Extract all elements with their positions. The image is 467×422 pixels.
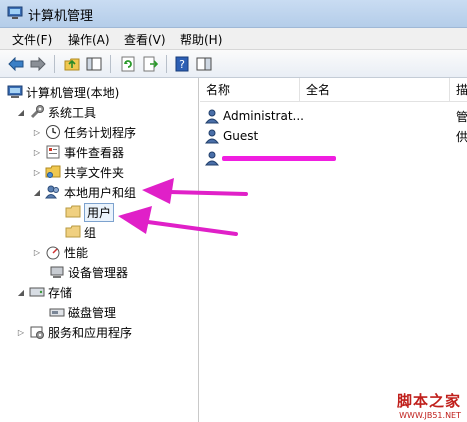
tree-label-storage: 存储: [48, 285, 73, 300]
tree-node-root[interactable]: 计算机管理(本地): [4, 82, 119, 102]
tree-node-groups[interactable]: 组: [62, 222, 96, 242]
column-label-name: 名称: [206, 83, 231, 97]
user-name: Administrat...: [223, 109, 303, 123]
tree-node-storage[interactable]: ◢ 存储: [16, 282, 72, 302]
tree-label-groups: 组: [84, 225, 97, 240]
tree-node-services-apps[interactable]: ▷ 服务和应用程序: [16, 322, 132, 342]
computer-icon: [7, 84, 23, 100]
menu-help[interactable]: 帮助(H): [180, 31, 222, 48]
users-group-icon: [45, 184, 61, 200]
expand-arrow-icon[interactable]: ▷: [32, 147, 42, 157]
menu-action[interactable]: 操作(A): [68, 31, 110, 48]
tree-label-disk-management: 磁盘管理: [68, 305, 117, 320]
redaction-mark: [222, 156, 336, 161]
collapse-arrow-icon[interactable]: ◢: [32, 187, 42, 197]
tree-label-event-viewer: 事件查看器: [64, 145, 125, 160]
tree-node-device-manager[interactable]: 设备管理器: [46, 262, 128, 282]
tree-label-users: 用户: [84, 202, 115, 222]
export-list-icon[interactable]: [140, 54, 160, 74]
tree-node-users[interactable]: 用户: [62, 202, 115, 222]
collapse-arrow-icon[interactable]: ◢: [16, 107, 26, 117]
services-icon: [29, 324, 45, 340]
menu-bar: 文件(F) 操作(A) 查看(V) 帮助(H): [0, 28, 467, 50]
show-hide-tree-icon[interactable]: [84, 54, 104, 74]
watermark-main: 脚本之家: [396, 392, 461, 410]
collapse-arrow-icon[interactable]: ◢: [16, 287, 26, 297]
toolbar-separator: [166, 55, 167, 73]
console-tree: 计算机管理(本地) ◢ 系统工具 ▷ 任务计划程序 ▷ 事件查看器 ▷ 共享文件…: [0, 78, 199, 422]
expand-arrow-icon[interactable]: ▷: [16, 327, 26, 337]
column-label-description: 描: [456, 83, 467, 97]
watermark-sub: WWW.JB51.NET: [399, 411, 461, 420]
user-description: 供: [456, 129, 467, 144]
expand-arrow-icon[interactable]: ▷: [32, 247, 42, 257]
toolbar-separator: [110, 55, 111, 73]
help-icon[interactable]: ?: [172, 54, 192, 74]
user-list: 名称 全名 描 Administrat... 管 Guest 供: [200, 78, 467, 422]
forward-arrow-icon[interactable]: [28, 54, 48, 74]
tools-icon: [29, 104, 45, 120]
tree-label-performance: 性能: [64, 245, 89, 260]
user-name: Guest: [223, 129, 259, 143]
tree-node-event-viewer[interactable]: ▷ 事件查看器: [32, 142, 124, 162]
window-titlebar[interactable]: 计算机管理: [0, 0, 467, 28]
list-item[interactable]: Guest 供: [200, 126, 467, 146]
tree-label-services-apps: 服务和应用程序: [48, 325, 133, 340]
user-description: 管: [456, 109, 467, 124]
tree-label-system-tools: 系统工具: [48, 105, 97, 120]
tree-node-task-scheduler[interactable]: ▷ 任务计划程序: [32, 122, 136, 142]
toolbar: ?: [0, 50, 467, 78]
menu-file[interactable]: 文件(F): [12, 31, 52, 48]
menu-view[interactable]: 查看(V): [124, 31, 166, 48]
event-viewer-icon: [45, 144, 61, 160]
tree-node-performance[interactable]: ▷ 性能: [32, 242, 88, 262]
column-header-description[interactable]: 描: [450, 78, 467, 102]
tree-node-shared-folders[interactable]: ▷ 共享文件夹: [32, 162, 124, 182]
tree-label-device-manager: 设备管理器: [68, 265, 129, 280]
column-header-fullname[interactable]: 全名: [300, 78, 450, 102]
list-item[interactable]: Administrat... 管: [200, 106, 467, 126]
shared-folder-icon: [45, 164, 61, 180]
computer-management-icon: [7, 6, 23, 20]
storage-icon: [29, 284, 45, 300]
user-icon: [204, 109, 220, 124]
disk-icon: [49, 304, 65, 320]
tree-node-system-tools[interactable]: ◢ 系统工具: [16, 102, 96, 122]
tree-label-task-scheduler: 任务计划程序: [64, 125, 137, 140]
refresh-icon[interactable]: [118, 54, 138, 74]
tree-label-shared-folders: 共享文件夹: [64, 165, 125, 180]
view-pane-icon[interactable]: [194, 54, 214, 74]
up-folder-icon[interactable]: [62, 54, 82, 74]
tree-label-local-users-groups: 本地用户和组: [64, 185, 137, 200]
user-icon: [204, 151, 220, 166]
tree-node-disk-management[interactable]: 磁盘管理: [46, 302, 116, 322]
expand-arrow-icon[interactable]: ▷: [32, 167, 42, 177]
folder-icon: [65, 204, 81, 220]
svg-text:?: ?: [179, 58, 185, 71]
back-arrow-icon[interactable]: [6, 54, 26, 74]
annotation-arrow-users: [118, 206, 238, 236]
toolbar-separator: [54, 55, 55, 73]
folder-icon: [65, 224, 81, 240]
device-manager-icon: [49, 264, 65, 280]
tree-label-root: 计算机管理(本地): [26, 85, 120, 100]
clock-icon: [45, 124, 61, 140]
column-header-name[interactable]: 名称: [200, 78, 300, 102]
site-watermark: 脚本之家 WWW.JB51.NET: [397, 390, 461, 420]
performance-icon: [45, 244, 61, 260]
expand-arrow-icon[interactable]: ▷: [32, 127, 42, 137]
user-icon: [204, 129, 220, 144]
window-title: 计算机管理: [28, 9, 94, 24]
tree-node-local-users-groups[interactable]: ◢ 本地用户和组: [32, 182, 136, 202]
column-label-fullname: 全名: [306, 83, 331, 97]
